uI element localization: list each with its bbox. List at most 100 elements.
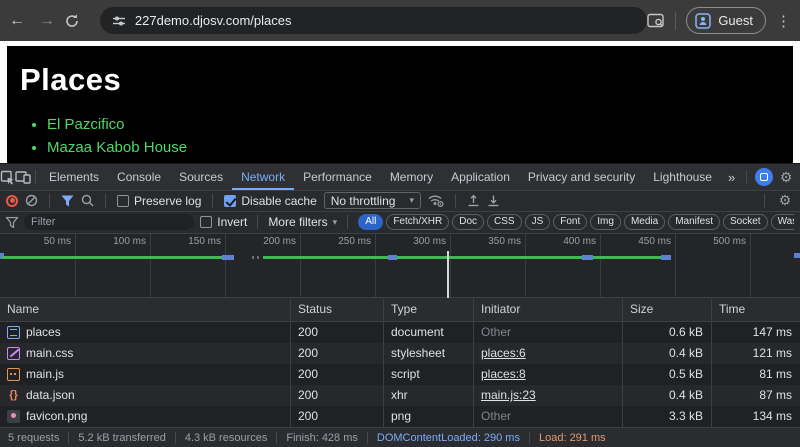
load-time: Load: 291 ms [538, 431, 606, 444]
tab-network[interactable]: Network [232, 164, 294, 190]
invert-checkbox[interactable]: Invert [200, 215, 247, 229]
gridline [525, 233, 526, 298]
network-settings-gear-icon[interactable]: ⚙ [776, 192, 794, 209]
import-har-icon[interactable] [467, 194, 480, 207]
place-link[interactable]: Mazaa Kabob House [47, 139, 187, 156]
request-size: 0.6 kB [622, 322, 711, 344]
request-name: favicon.png [26, 409, 88, 424]
gridline [150, 233, 151, 298]
chip-doc[interactable]: Doc [452, 214, 485, 231]
inspect-element-icon[interactable] [0, 164, 15, 190]
gridline [300, 233, 301, 298]
screencast-icon[interactable] [755, 168, 774, 186]
checkbox-unchecked[interactable] [200, 216, 213, 229]
chip-font[interactable]: Font [553, 214, 588, 231]
column-header-time[interactable]: Time [711, 298, 800, 322]
disable-cache-label: Disable cache [241, 193, 317, 208]
chip-wasm[interactable]: Wasm [770, 214, 794, 231]
disable-cache-checkbox[interactable]: Disable cache [224, 193, 317, 208]
tab-console[interactable]: Console [108, 164, 170, 190]
column-header-type[interactable]: Type [383, 298, 473, 322]
footer-divider [276, 431, 278, 444]
tab-application[interactable]: Application [442, 164, 519, 190]
column-header-size[interactable]: Size [622, 298, 711, 322]
chip-img[interactable]: Img [590, 214, 621, 231]
settings-gear-icon[interactable]: ⚙ [777, 169, 795, 186]
checkbox-unchecked[interactable] [117, 194, 129, 207]
chip-media[interactable]: Media [623, 214, 666, 231]
profile-label: Guest [718, 13, 753, 28]
more-filters-dropdown[interactable]: More filters ▾ [268, 215, 337, 229]
resources-size: 4.3 kB resources [184, 431, 268, 444]
throttling-value: No throttling [330, 193, 396, 208]
invert-label: Invert [217, 215, 248, 230]
tab-performance[interactable]: Performance [294, 164, 381, 190]
side-panel-search-icon[interactable] [647, 13, 665, 29]
back-icon[interactable]: ← [4, 12, 30, 30]
request-status: 200 [290, 322, 383, 344]
toolbar-divider [675, 11, 677, 30]
chip-socket[interactable]: Socket [722, 214, 768, 231]
request-name: data.json [26, 388, 75, 403]
tab-lighthouse[interactable]: Lighthouse [644, 164, 721, 190]
initiator-link[interactable]: main.js:23 [481, 388, 536, 402]
tab-elements[interactable]: Elements [40, 164, 108, 190]
request-size: 0.4 kB [622, 343, 711, 365]
filter-input[interactable]: Filter [24, 214, 195, 231]
preserve-log-checkbox[interactable]: Preserve log [117, 194, 201, 208]
time-tick: 150 ms [188, 235, 221, 247]
column-header-status[interactable]: Status [290, 298, 383, 322]
site-info-icon[interactable] [112, 14, 126, 28]
time-tick: 350 ms [488, 235, 521, 247]
toolbar-divider [454, 193, 456, 208]
gridline [375, 233, 376, 298]
chip-all[interactable]: All [358, 214, 384, 231]
browser-menu-icon[interactable]: ⋮ [776, 12, 791, 30]
device-toolbar-icon[interactable] [15, 164, 31, 190]
throttling-select[interactable]: No throttling ▾ [323, 192, 421, 210]
document-icon [7, 326, 20, 340]
waterfall-segment [794, 252, 800, 258]
record-network-icon[interactable] [6, 194, 18, 207]
column-header-initiator[interactable]: Initiator [473, 298, 622, 322]
tab-bar-divider [35, 170, 36, 184]
network-overview-timeline[interactable]: 50 ms 100 ms 150 ms 200 ms 250 ms 300 ms… [0, 233, 800, 299]
checkbox-checked[interactable] [224, 194, 237, 207]
tab-memory[interactable]: Memory [381, 164, 442, 190]
table-row[interactable]: places 200 document Other 0.6 kB 147 ms [0, 322, 800, 344]
tab-sources[interactable]: Sources [170, 164, 232, 190]
network-conditions-icon[interactable] [428, 194, 444, 208]
profile-button[interactable]: Guest [686, 7, 766, 34]
filter-toggle-icon[interactable] [61, 195, 74, 207]
gridline [450, 233, 451, 298]
place-link[interactable]: El Pazcifico [47, 116, 125, 133]
export-har-icon[interactable] [487, 194, 500, 207]
reload-icon[interactable] [64, 13, 90, 29]
more-tabs-icon[interactable]: » [721, 170, 742, 185]
chip-manifest[interactable]: Manifest [668, 214, 720, 231]
request-type: xhr [383, 385, 473, 407]
chevron-down-icon: ▾ [409, 195, 414, 206]
search-icon[interactable] [81, 194, 94, 207]
column-header-name[interactable]: Name [0, 298, 290, 321]
chip-css[interactable]: CSS [487, 214, 522, 231]
initiator-link[interactable]: places:6 [481, 346, 526, 360]
request-time: 134 ms [711, 406, 800, 428]
chip-js[interactable]: JS [524, 214, 551, 231]
table-row[interactable]: {} data.json 200 xhr main.js:23 0.4 kB 8… [0, 385, 800, 407]
table-row[interactable]: main.css 200 stylesheet places:6 0.4 kB … [0, 343, 800, 365]
table-row[interactable]: favicon.png 200 png Other 3.3 kB 134 ms [0, 406, 800, 428]
clear-network-icon[interactable] [25, 194, 38, 207]
tab-privacy-and-security[interactable]: Privacy and security [519, 164, 644, 190]
forward-icon[interactable]: → [34, 12, 60, 30]
requests-count: 5 requests [8, 431, 60, 444]
request-time: 81 ms [711, 364, 800, 386]
table-row[interactable]: main.js 200 script places:8 0.5 kB 81 ms [0, 364, 800, 386]
browser-toolbar: ← → 227demo.djosv.com/places Guest ⋮ [0, 0, 800, 41]
browser-actions: Guest ⋮ [647, 7, 800, 34]
gridline [225, 233, 226, 298]
waterfall-segment [222, 254, 234, 260]
address-bar[interactable]: 227demo.djosv.com/places [99, 7, 648, 34]
chip-fetch-xhr[interactable]: Fetch/XHR [386, 214, 450, 231]
initiator-link[interactable]: places:8 [481, 367, 526, 381]
